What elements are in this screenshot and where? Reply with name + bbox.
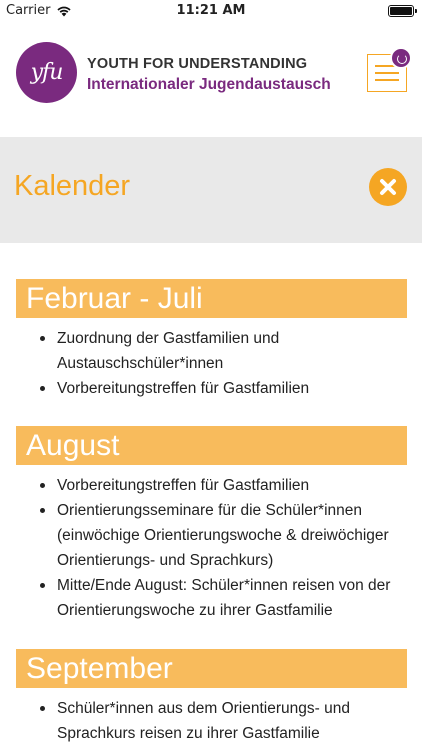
calendar-content: Februar - Juli Zuordnung der Gastfamilie… bbox=[0, 243, 422, 750]
status-time: 11:21 AM bbox=[176, 3, 246, 18]
hamburger-menu-icon-bar bbox=[375, 72, 399, 74]
list-item: Mitte/Ende August: Schüler*innen reisen … bbox=[16, 573, 407, 623]
section-heading: September bbox=[16, 649, 407, 688]
hamburger-menu-icon-bar bbox=[375, 79, 399, 81]
logo-text: yfu bbox=[30, 60, 64, 85]
app-header: yfu YOUTH FOR UNDERSTANDING Internationa… bbox=[0, 24, 422, 136]
page-title-band: Kalender bbox=[0, 137, 422, 243]
section-heading: August bbox=[16, 426, 407, 465]
section-heading: Februar - Juli bbox=[16, 279, 407, 318]
list-item: Zuordnung der Gastfamilien und Austausch… bbox=[16, 326, 407, 376]
yfu-logo[interactable]: yfu bbox=[16, 42, 77, 103]
hamburger-menu-button[interactable] bbox=[367, 47, 412, 92]
close-button[interactable] bbox=[369, 168, 407, 206]
status-bar: Carrier 11:21 AM bbox=[0, 0, 422, 24]
calendar-section-september: September Schüler*innen aus dem Orientie… bbox=[16, 649, 407, 746]
page-title: Kalender bbox=[14, 170, 131, 202]
section-list: Zuordnung der Gastfamilien und Austausch… bbox=[16, 326, 407, 401]
calendar-section-august: August Vorbereitungstreffen für Gastfami… bbox=[16, 426, 407, 623]
refresh-badge-icon bbox=[390, 47, 412, 69]
battery-icon bbox=[388, 5, 417, 17]
section-list: Vorbereitungstreffen für Gastfamilien Or… bbox=[16, 473, 407, 623]
list-item: Vorbereitungstreffen für Gastfamilien bbox=[16, 473, 407, 498]
list-item: Orientierungsseminare für die Schüler*in… bbox=[16, 498, 407, 573]
list-item: Vorbereitungstreffen für Gastfamilien bbox=[16, 376, 407, 401]
section-list: Schüler*innen aus dem Orientierungs- und… bbox=[16, 696, 407, 746]
list-item: Schüler*innen aus dem Orientierungs- und… bbox=[16, 696, 407, 746]
brand-title: YOUTH FOR UNDERSTANDING bbox=[87, 56, 308, 72]
calendar-section-februar-juli: Februar - Juli Zuordnung der Gastfamilie… bbox=[16, 279, 407, 401]
brand-subtitle: Internationaler Jugendaustausch bbox=[87, 76, 331, 93]
close-icon bbox=[380, 179, 396, 195]
